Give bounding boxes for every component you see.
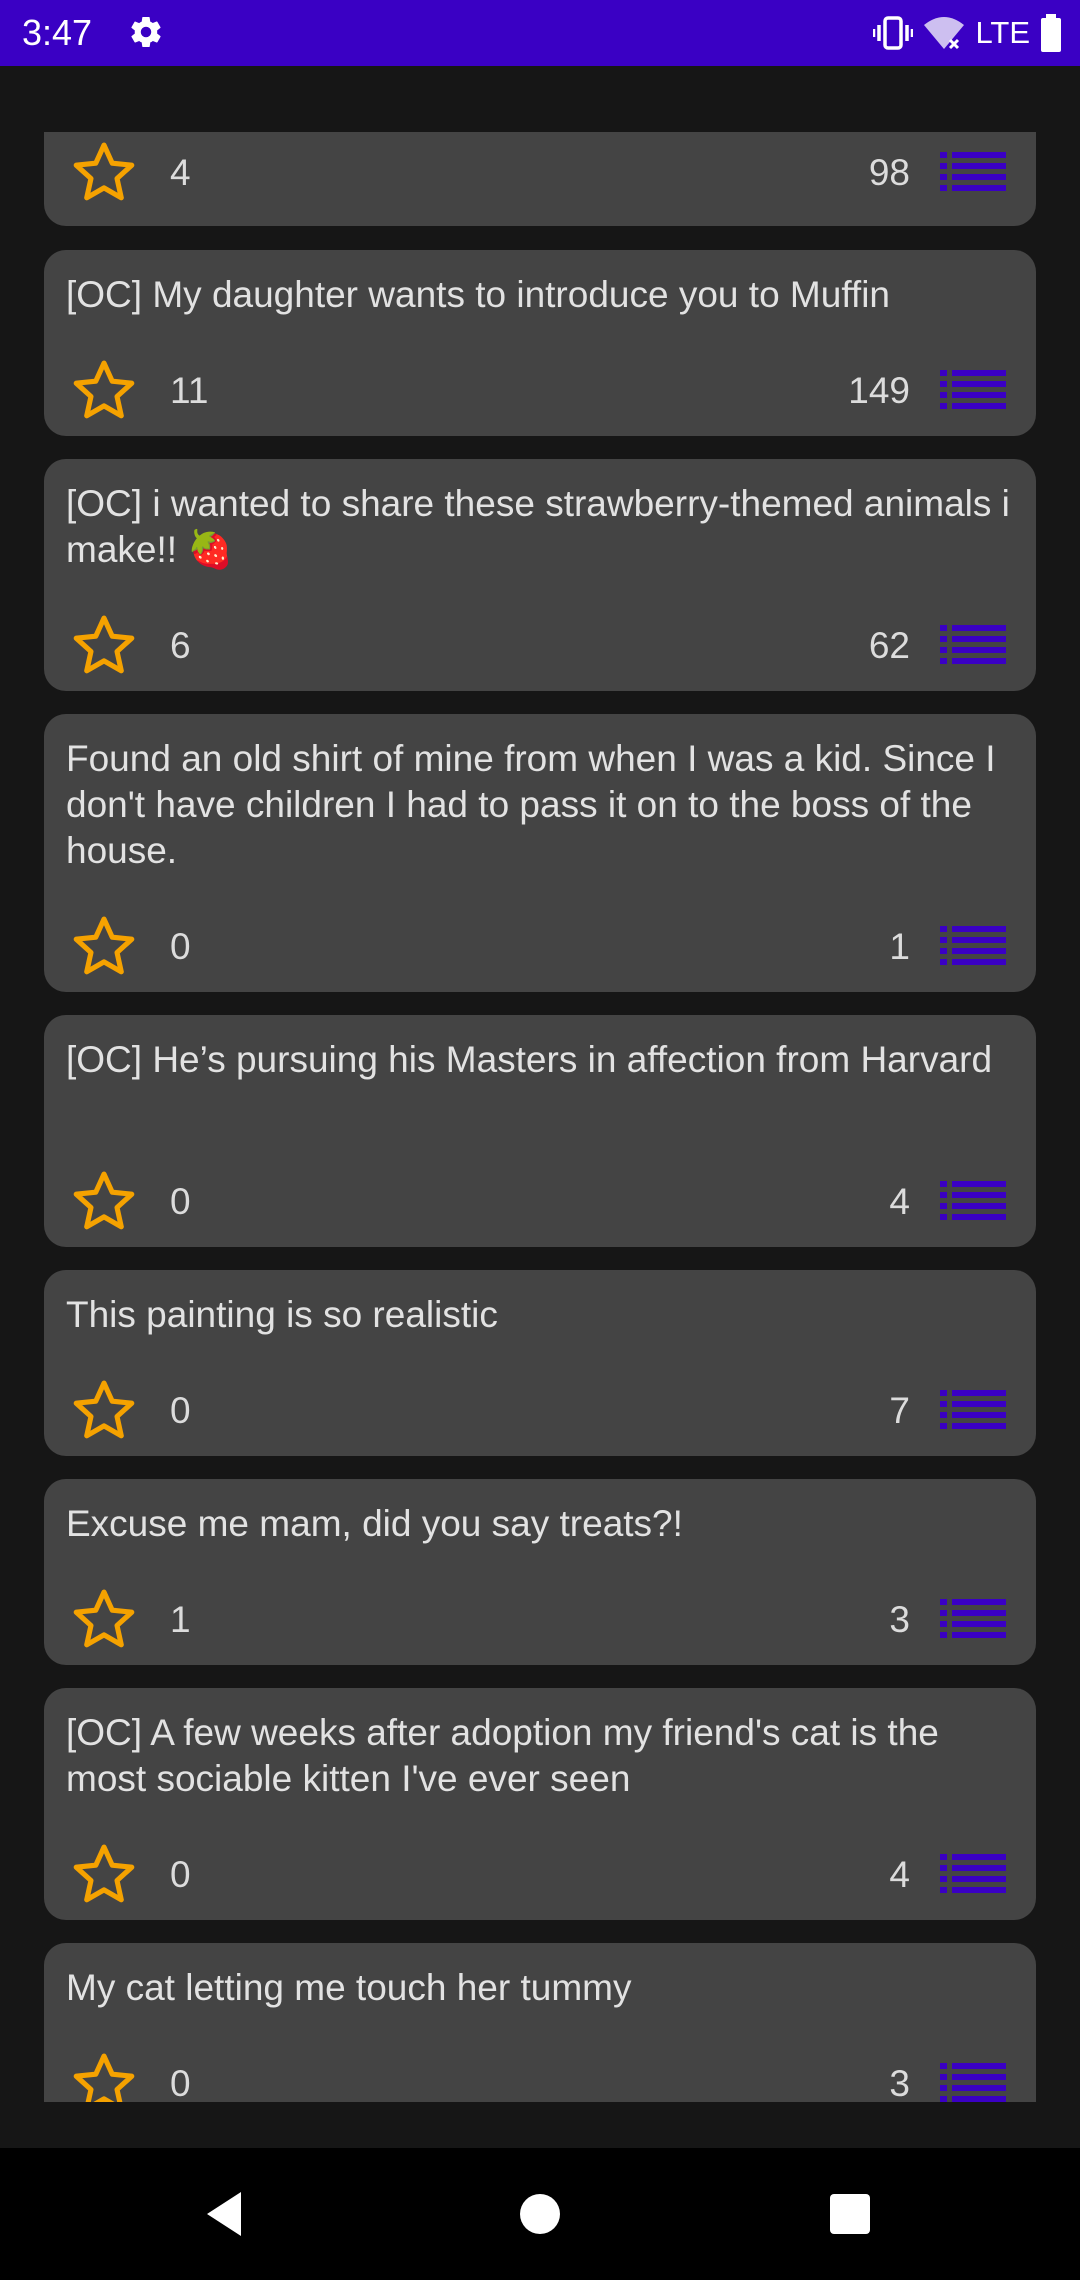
post-title[interactable]: [OC] My daughter wants to introduce you … xyxy=(66,272,1016,318)
post-card-footer: 1 3 xyxy=(44,1579,1036,1659)
post-list[interactable]: 4 98 [OC] My daughter wants to introduce… xyxy=(0,132,1080,2102)
star-count: 0 xyxy=(170,1854,191,1895)
star-count: 0 xyxy=(170,926,191,967)
star-count: 0 xyxy=(170,1390,191,1431)
post-title[interactable]: Found an old shirt of mine from when I w… xyxy=(66,736,1016,874)
comment-count: 62 xyxy=(868,625,910,666)
post-title[interactable]: My cat letting me touch her tummy xyxy=(66,1965,1016,2011)
list-icon[interactable] xyxy=(940,2063,1006,2102)
post-card[interactable]: Excuse me mam, did you say treats?! 1 3 xyxy=(44,1479,1036,1665)
post-card-footer: 6 62 xyxy=(44,605,1036,685)
list-icon[interactable] xyxy=(940,625,1006,665)
post-card[interactable]: [OC] i wanted to share these strawberry-… xyxy=(44,459,1036,691)
comment-count: 4 xyxy=(889,1854,910,1895)
star-count: 0 xyxy=(170,2063,191,2102)
comment-count: 98 xyxy=(868,152,910,193)
post-card-footer: 0 1 xyxy=(44,906,1036,986)
list-icon[interactable] xyxy=(940,152,1006,192)
post-card[interactable]: Found an old shirt of mine from when I w… xyxy=(44,714,1036,992)
star-icon[interactable] xyxy=(70,1585,138,1653)
post-card[interactable]: [OC] He’s pursuing his Masters in affect… xyxy=(44,1015,1036,1247)
star-icon[interactable] xyxy=(70,1376,138,1444)
post-card-footer: 4 98 xyxy=(44,132,1036,212)
battery-icon xyxy=(1041,14,1061,52)
list-icon[interactable] xyxy=(940,1390,1006,1430)
list-icon[interactable] xyxy=(940,1854,1006,1894)
comment-count: 7 xyxy=(889,1390,910,1431)
back-icon[interactable] xyxy=(195,2184,255,2244)
comment-count: 149 xyxy=(848,370,910,411)
post-title[interactable]: [OC] A few weeks after adoption my frien… xyxy=(66,1710,1016,1802)
list-icon[interactable] xyxy=(940,926,1006,966)
star-icon[interactable] xyxy=(70,2049,138,2102)
status-time: 3:47 xyxy=(22,12,93,53)
comment-count: 3 xyxy=(889,2063,910,2102)
star-count: 4 xyxy=(170,152,191,193)
post-title[interactable]: Excuse me mam, did you say treats?! xyxy=(66,1501,1016,1547)
post-card[interactable]: This painting is so realistic 0 7 xyxy=(44,1270,1036,1456)
star-count: 11 xyxy=(170,370,209,411)
post-title[interactable]: This painting is so realistic xyxy=(66,1292,1016,1338)
vibrate-icon xyxy=(873,16,914,50)
post-card[interactable]: [OC] My daughter wants to introduce you … xyxy=(44,250,1036,436)
star-icon[interactable] xyxy=(70,356,138,424)
list-icon[interactable] xyxy=(940,1181,1006,1221)
network-type-label: LTE xyxy=(975,15,1030,50)
wifi-icon xyxy=(924,17,965,50)
post-card-footer: 0 7 xyxy=(44,1370,1036,1450)
star-icon[interactable] xyxy=(70,1840,138,1908)
home-icon[interactable] xyxy=(510,2184,570,2244)
list-icon[interactable] xyxy=(940,370,1006,410)
star-icon[interactable] xyxy=(70,611,138,679)
settings-gear-icon xyxy=(131,17,161,48)
star-icon[interactable] xyxy=(70,1167,138,1235)
star-count: 0 xyxy=(170,1181,191,1222)
post-card[interactable]: My cat letting me touch her tummy 0 3 xyxy=(44,1943,1036,2102)
post-card-footer: 0 4 xyxy=(44,1834,1036,1914)
post-title[interactable]: [OC] He’s pursuing his Masters in affect… xyxy=(66,1037,1016,1083)
post-card-footer: 11 149 xyxy=(44,350,1036,430)
star-icon[interactable] xyxy=(70,138,138,206)
post-title[interactable]: [OC] i wanted to share these strawberry-… xyxy=(66,481,1016,573)
comment-count: 3 xyxy=(889,1599,910,1640)
star-count: 6 xyxy=(170,625,191,666)
list-icon[interactable] xyxy=(940,1599,1006,1639)
post-card-footer: 0 4 xyxy=(44,1161,1036,1241)
status-icons: LTE xyxy=(873,12,1062,54)
comment-count: 4 xyxy=(889,1181,910,1222)
star-icon[interactable] xyxy=(70,912,138,980)
navigation-bar xyxy=(0,2148,1080,2280)
recents-icon[interactable] xyxy=(820,2184,880,2244)
star-count: 1 xyxy=(170,1599,191,1640)
post-card[interactable]: [OC] A few weeks after adoption my frien… xyxy=(44,1688,1036,1920)
comment-count: 1 xyxy=(889,926,910,967)
status-bar: 3:47 LTE xyxy=(0,0,1080,66)
post-card[interactable]: 4 98 xyxy=(44,132,1036,226)
post-card-footer: 0 3 xyxy=(44,2043,1036,2102)
